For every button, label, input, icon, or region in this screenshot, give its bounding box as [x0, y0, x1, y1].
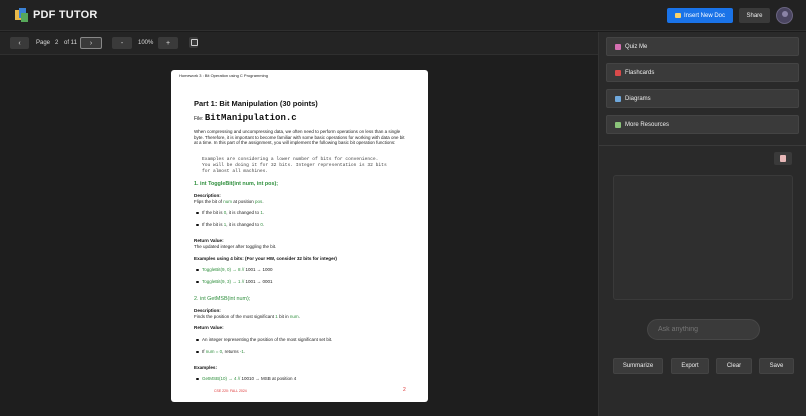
- app-title: PDF TUTOR: [33, 9, 98, 21]
- function-1-description: Flips the bit of num at position pos.: [194, 199, 264, 204]
- intro-paragraph: When compressing and uncompressing data,…: [194, 129, 405, 145]
- app-logo-icon: [15, 8, 28, 22]
- example-2: ToggleBit(9, 3) → 1 // 1001 → 0001: [196, 279, 273, 284]
- more-resources-button[interactable]: More Resources: [606, 115, 799, 134]
- tools-sidebar: Quiz Me Flashcards Diagrams More Resourc…: [598, 32, 806, 416]
- pdf-page: Homework 3 : Bit Operation using C Progr…: [171, 70, 428, 402]
- code-line-1: Examples are considering a lower number …: [202, 157, 379, 162]
- quiz-me-label: Quiz Me: [625, 43, 648, 50]
- examples-label: Examples:: [194, 365, 217, 370]
- flashcards-label: Flashcards: [625, 69, 655, 76]
- function-1-bullet-1: If the bit is 0, it is changed to 1.: [195, 210, 265, 215]
- chat-output-area[interactable]: [613, 175, 793, 300]
- doc-header: Homework 3 : Bit Operation using C Progr…: [179, 73, 268, 78]
- diagrams-button[interactable]: Diagrams: [606, 89, 799, 108]
- prev-page-button[interactable]: ‹: [10, 37, 29, 49]
- flashcards-button[interactable]: Flashcards: [606, 63, 799, 82]
- sidebar-divider: [599, 145, 806, 146]
- insert-new-doc-button[interactable]: Insert New Doc: [667, 8, 733, 23]
- file-name: BitManipulation.c: [204, 113, 297, 123]
- code-line-3: for almost all machines.: [202, 169, 269, 174]
- zoom-level: 100%: [138, 40, 154, 46]
- copy-icon[interactable]: [774, 152, 792, 165]
- examples-4bit-label: Examples using 4 bits: (For your HW, con…: [194, 256, 337, 261]
- page-current[interactable]: 2: [55, 40, 58, 46]
- zoom-in-button[interactable]: +: [158, 37, 178, 49]
- folder-icon: [674, 13, 681, 18]
- description-label: Description:: [194, 193, 221, 198]
- example-3: GetMSB(10) → 4 // 10010 → MSB at positio…: [195, 376, 297, 381]
- next-page-button[interactable]: ›: [80, 37, 102, 49]
- more-resources-label: More Resources: [625, 121, 670, 128]
- share-button[interactable]: Share: [739, 8, 770, 23]
- function-1-return: The updated integer after toggling the b…: [194, 244, 277, 249]
- doc-footer: CSE 220: FALL 2024: [214, 389, 247, 393]
- zoom-out-button[interactable]: -: [112, 37, 132, 49]
- user-avatar[interactable]: [776, 7, 793, 24]
- summarize-button[interactable]: Summarize: [613, 358, 663, 374]
- fit-page-icon[interactable]: [189, 37, 198, 48]
- function-2-return-bullet-1: An integer representing the position of …: [195, 337, 333, 342]
- ask-input[interactable]: [647, 319, 760, 340]
- return-value-label-2: Return Value:: [194, 325, 224, 330]
- viewer-toolbar: ‹ Page 2 of 11 › - 100% +: [0, 32, 598, 55]
- resources-icon: [615, 121, 621, 128]
- function-2-title: 2. int GetMSB(int num);: [194, 296, 251, 302]
- page-label: Page: [36, 40, 51, 46]
- top-bar: PDF TUTOR Insert New Doc Share: [0, 0, 806, 31]
- description-label-2: Description:: [194, 308, 221, 313]
- quiz-icon: [615, 43, 621, 50]
- function-1-bullet-2: If the bit is 1, it is changed to 0.: [195, 222, 265, 227]
- return-value-label: Return Value:: [194, 238, 224, 243]
- flashcards-icon: [615, 69, 621, 76]
- save-button[interactable]: Save: [759, 358, 794, 374]
- page-total: of 11: [64, 40, 77, 46]
- example-1: ToggleBit(9, 0) → 8 // 1001 → 1000: [196, 267, 273, 272]
- diagrams-label: Diagrams: [625, 95, 651, 102]
- function-2-return-bullet-2: If num = 0, returns -1.: [195, 349, 246, 354]
- export-button[interactable]: Export: [671, 358, 709, 374]
- quiz-me-button[interactable]: Quiz Me: [606, 37, 799, 56]
- function-2-description: Finds the position of the most significa…: [194, 314, 300, 319]
- doc-page-number: 2: [403, 387, 406, 393]
- pdf-viewer: ‹ Page 2 of 11 › - 100% + Homework 3 : B…: [0, 32, 598, 416]
- code-line-2: You will be doing it for 32 bits. Intege…: [202, 163, 387, 168]
- part-title: Part 1: Bit Manipulation (30 points): [194, 99, 318, 108]
- file-line: File: BitManipulation.c: [194, 113, 297, 123]
- clear-button[interactable]: Clear: [716, 358, 752, 374]
- function-1-title: 1. int ToggleBit(int num, int pos);: [194, 181, 279, 187]
- diagrams-icon: [615, 95, 621, 102]
- insert-new-doc-label: Insert New Doc: [683, 12, 725, 19]
